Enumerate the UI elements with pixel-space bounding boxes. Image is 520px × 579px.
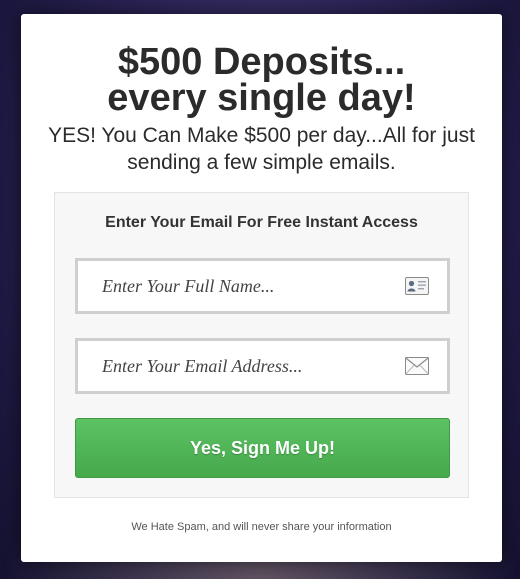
form-title: Enter Your Email For Free Instant Access bbox=[105, 214, 418, 231]
email-field[interactable] bbox=[75, 338, 450, 394]
envelope-icon bbox=[405, 357, 429, 375]
headline: $500 Deposits... every single day! bbox=[21, 14, 502, 119]
optin-popup: $500 Deposits... every single day! YES! … bbox=[21, 14, 502, 562]
full-name-field[interactable] bbox=[75, 258, 450, 314]
spam-disclaimer: We Hate Spam, and will never share your … bbox=[131, 521, 392, 533]
headline-line-2: every single day! bbox=[107, 77, 416, 119]
contact-card-icon bbox=[405, 277, 429, 295]
signup-form: Enter Your Email For Free Instant Access… bbox=[54, 192, 469, 498]
full-name-input[interactable] bbox=[78, 261, 447, 311]
subheadline: YES! You Can Make $500 per day...All for… bbox=[48, 124, 475, 174]
sign-up-button[interactable]: Yes, Sign Me Up! bbox=[75, 418, 450, 478]
email-input[interactable] bbox=[78, 341, 447, 391]
